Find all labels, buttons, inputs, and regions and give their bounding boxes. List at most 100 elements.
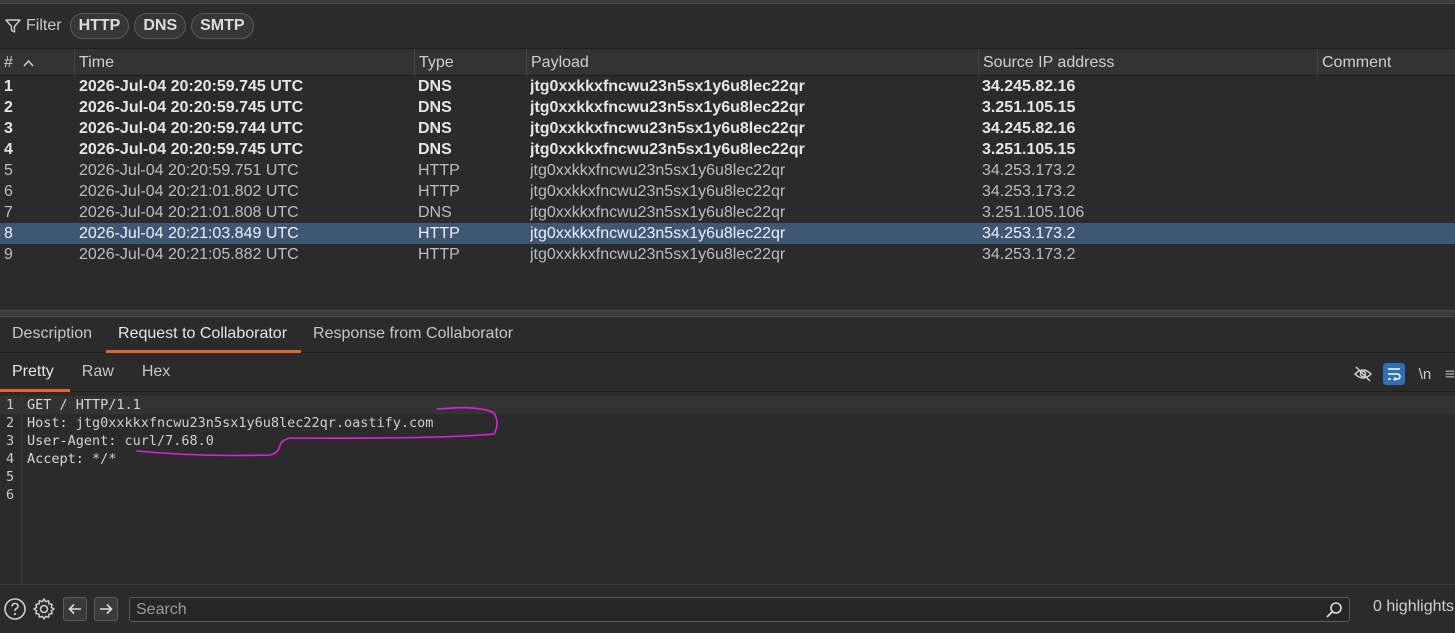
cell-number: 7 (4, 204, 13, 221)
arrow-right-icon[interactable] (94, 597, 118, 621)
column-header-time[interactable]: Time (75, 49, 415, 76)
tab-description[interactable]: Description (0, 317, 106, 353)
line-content: Host: jtg0xxkkxfncwu23n5sx1y6u8lec22qr.o… (27, 414, 433, 432)
editor-toolbar: \n (1343, 362, 1455, 386)
cell-payload: jtg0xxkkxfncwu23n5sx1y6u8lec22qr (530, 225, 786, 242)
filter-chip-dns[interactable]: DNS (134, 13, 187, 39)
word-wrap-icon[interactable] (1383, 363, 1405, 385)
cell-source-ip: 34.253.173.2 (982, 225, 1076, 242)
column-header-comment[interactable]: Comment (1318, 49, 1455, 76)
cell-number: 5 (4, 162, 13, 179)
editor-line: 1 GET / HTTP/1.1 (0, 396, 1455, 414)
table-body: 1 2026-Jul-04 20:20:59.745 UTC DNS jtg0xxkk… (0, 76, 1455, 265)
detail-tabs: Description Request to Collaborator Resp… (0, 317, 1455, 353)
filter-chip-smtp[interactable]: SMTP (191, 13, 254, 39)
table-row[interactable]: 1 2026-Jul-04 20:20:59.745 UTC DNS jtg0xxkk… (0, 76, 1455, 97)
cell-time: 2026-Jul-04 20:20:59.745 UTC (79, 141, 304, 158)
cell-number: 9 (4, 246, 13, 263)
line-number: 1 (6, 397, 15, 413)
cell-comment (1321, 160, 1455, 181)
interactions-table: # Time Type Payload Source IP address Co… (0, 48, 1455, 310)
request-editor[interactable]: 1 GET / HTTP/1.1 2 Host: jtg0xxkkxfncwu23n5… (0, 393, 1455, 584)
cell-type: HTTP (418, 183, 460, 200)
cell-source-ip: 34.245.82.16 (982, 78, 1076, 95)
column-header-payload[interactable]: Payload (527, 49, 979, 76)
cell-time: 2026-Jul-04 20:20:59.745 UTC (79, 78, 304, 95)
table-row[interactable]: 7 2026-Jul-04 20:21:01.808 UTC DNS jtg0xxkk… (0, 202, 1455, 223)
search-icon[interactable] (1325, 601, 1343, 619)
filter-icon[interactable] (4, 17, 22, 35)
cell-comment (1321, 244, 1455, 265)
cell-number: 4 (4, 141, 13, 158)
column-header-number-label: # (4, 54, 13, 71)
cell-time: 2026-Jul-04 20:21:01.808 UTC (79, 204, 299, 221)
table-row[interactable]: 5 2026-Jul-04 20:20:59.751 UTC HTTP jtg0xxk… (0, 160, 1455, 181)
header-value: jtg0xxkkxfncwu23n5sx1y6u8lec22qr.oastify… (67, 415, 434, 431)
cell-comment (1321, 76, 1455, 97)
editor-line: 3 User-Agent: curl/7.68.0 (0, 432, 1455, 450)
editor-line: 6 (0, 486, 1455, 504)
filter-chip-http[interactable]: HTTP (69, 13, 130, 39)
line-content: User-Agent: curl/7.68.0 (27, 432, 214, 450)
help-icon[interactable] (3, 597, 27, 621)
cell-time: 2026-Jul-04 20:20:59.744 UTC (79, 120, 304, 137)
cell-number: 6 (4, 183, 13, 200)
cell-type: DNS (418, 78, 452, 95)
search-box (129, 597, 1350, 622)
cell-number: 3 (4, 120, 13, 137)
table-header: # Time Type Payload Source IP address Co… (0, 49, 1455, 76)
cell-payload: jtg0xxkkxfncwu23n5sx1y6u8lec22qr (530, 246, 786, 263)
eye-off-icon[interactable] (1352, 363, 1374, 385)
cell-comment (1321, 223, 1455, 244)
tab-raw[interactable]: Raw (70, 353, 130, 392)
cell-payload: jtg0xxkkxfncwu23n5sx1y6u8lec22qr (530, 78, 805, 95)
line-number: 4 (6, 451, 15, 467)
tab-request-to-collaborator[interactable]: Request to Collaborator (106, 317, 301, 353)
cell-type: DNS (418, 141, 452, 158)
table-row[interactable]: 3 2026-Jul-04 20:20:59.744 UTC DNS jtg0xxkk… (0, 118, 1455, 139)
tab-pretty[interactable]: Pretty (0, 353, 70, 392)
gear-icon[interactable] (32, 597, 56, 621)
footer-bar: 0 highlights (0, 584, 1455, 633)
cell-type: DNS (418, 99, 452, 116)
cell-type: HTTP (418, 162, 460, 179)
cell-source-ip: 3.251.105.106 (982, 204, 1085, 221)
cell-source-ip: 34.245.82.16 (982, 120, 1076, 137)
header-value: */* (83, 451, 117, 467)
column-header-source-ip[interactable]: Source IP address (979, 49, 1318, 76)
pane-splitter[interactable] (0, 310, 1455, 317)
header-value: curl/7.68.0 (116, 433, 214, 449)
cell-time: 2026-Jul-04 20:21:01.802 UTC (79, 183, 299, 200)
column-header-type[interactable]: Type (415, 49, 527, 76)
arrow-left-icon[interactable] (63, 597, 87, 621)
cell-comment (1321, 118, 1455, 139)
view-tabs: Pretty Raw Hex (0, 353, 1455, 392)
table-row[interactable]: 4 2026-Jul-04 20:20:59.745 UTC DNS jtg0xxkk… (0, 139, 1455, 160)
column-header-number[interactable]: # (0, 49, 75, 76)
cell-payload: jtg0xxkkxfncwu23n5sx1y6u8lec22qr (530, 141, 805, 158)
header-name: GET / HTTP/1.1 (27, 397, 141, 413)
line-number: 5 (6, 469, 15, 485)
table-row[interactable]: 9 2026-Jul-04 20:21:05.882 UTC HTTP jtg0xxk… (0, 244, 1455, 265)
menu-icon[interactable] (1445, 363, 1455, 385)
editor-line: 2 Host: jtg0xxkkxfncwu23n5sx1y6u8lec22qr.… (0, 414, 1455, 432)
cell-number: 1 (4, 78, 13, 95)
cell-payload: jtg0xxkkxfncwu23n5sx1y6u8lec22qr (530, 120, 805, 137)
cell-comment (1321, 139, 1455, 160)
cell-comment (1321, 97, 1455, 118)
cell-payload: jtg0xxkkxfncwu23n5sx1y6u8lec22qr (530, 162, 786, 179)
header-name: Host: (27, 415, 68, 431)
table-row[interactable]: 2 2026-Jul-04 20:20:59.745 UTC DNS jtg0xxkk… (0, 97, 1455, 118)
filter-label: Filter (26, 17, 62, 34)
table-row[interactable]: 6 2026-Jul-04 20:21:01.802 UTC HTTP jtg0xxk… (0, 181, 1455, 202)
cell-type: HTTP (418, 225, 460, 242)
table-row[interactable]: 8 2026-Jul-04 20:21:03.849 UTC HTTP jtg0xxk… (0, 223, 1455, 244)
line-content: GET / HTTP/1.1 (27, 396, 141, 414)
editor-line: 5 (0, 468, 1455, 486)
tab-hex[interactable]: Hex (130, 353, 186, 392)
tab-response-from-collaborator[interactable]: Response from Collaborator (301, 317, 527, 353)
search-input[interactable] (136, 598, 1316, 621)
chevron-up-icon (23, 49, 34, 76)
newline-toggle[interactable]: \n (1414, 363, 1436, 385)
cell-source-ip: 3.251.105.15 (982, 99, 1076, 116)
